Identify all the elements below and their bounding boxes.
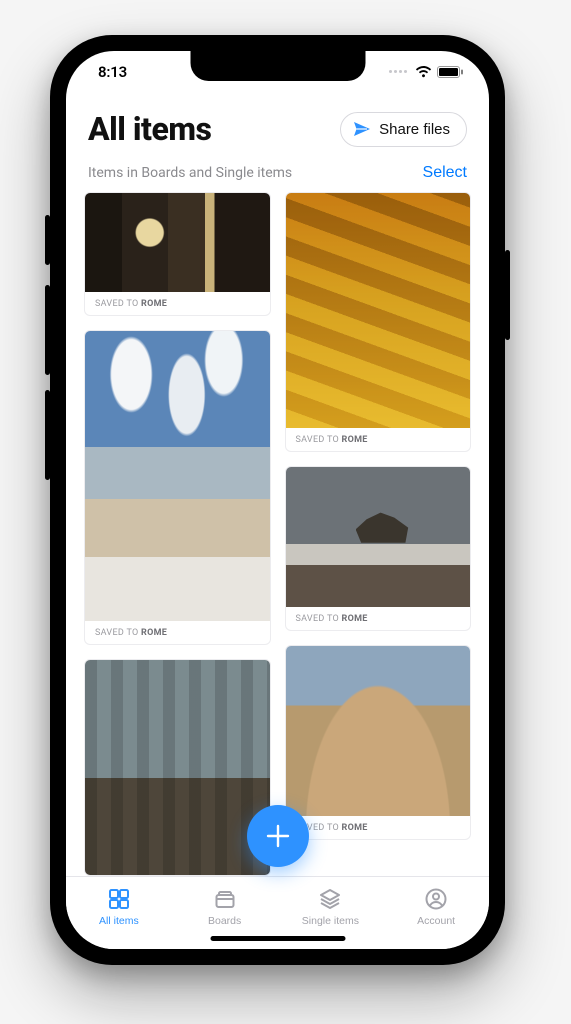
item-card[interactable]: SAVED TO ROME [285,192,472,452]
battery-icon [437,66,463,78]
item-photo [286,646,471,816]
status-time: 8:13 [98,63,127,81]
item-caption: SAVED TO ROME [286,607,471,630]
send-icon [353,121,371,137]
item-photo [286,193,471,428]
screen: 8:13 All items Sh [66,51,489,949]
grid-column-right: SAVED TO ROME SAVED TO ROME SAVED TO ROM… [285,192,472,876]
tab-label: All items [99,915,139,927]
account-icon [424,887,448,911]
item-caption: SAVED TO ROME [85,621,270,644]
cellular-dots-icon [389,70,407,73]
tab-label: Account [417,915,455,927]
header: All items Share files [66,92,489,154]
item-photo [85,331,270,621]
boards-icon [213,887,237,911]
tab-account[interactable]: Account [383,877,489,949]
add-button[interactable] [247,805,309,867]
item-caption: SAVED TO ROME [286,428,471,451]
status-indicators [389,66,463,78]
share-files-label: Share files [379,121,450,138]
item-card[interactable]: SAVED TO ROME [285,645,472,840]
item-caption: SAVED TO ROME [286,816,471,839]
notch [190,51,365,81]
item-photo [286,467,471,607]
tab-label: Boards [208,915,241,927]
item-card[interactable]: SAVED TO ROME [84,330,271,645]
wifi-icon [415,66,432,78]
item-card[interactable] [84,659,271,876]
item-card[interactable]: SAVED TO ROME [84,192,271,316]
item-caption: SAVED TO ROME [85,292,270,315]
subheader: Items in Boards and Single items Select [66,154,489,192]
grid-icon [107,887,131,911]
item-card[interactable]: SAVED TO ROME [285,466,472,631]
items-grid[interactable]: SAVED TO ROME SAVED TO ROME SAVED TO ROM… [66,192,489,876]
subtitle-text: Items in Boards and Single items [88,165,292,181]
grid-column-left: SAVED TO ROME SAVED TO ROME [84,192,271,876]
share-files-button[interactable]: Share files [340,112,467,147]
home-indicator[interactable] [210,936,345,941]
phone-frame: 8:13 All items Sh [50,35,505,965]
layers-icon [318,887,342,911]
item-photo [85,193,270,292]
tab-all-items[interactable]: All items [66,877,172,949]
select-button[interactable]: Select [423,164,467,182]
page-title: All items [88,110,211,148]
tab-label: Single items [302,915,359,927]
item-photo [85,660,270,875]
plus-icon [265,823,291,849]
